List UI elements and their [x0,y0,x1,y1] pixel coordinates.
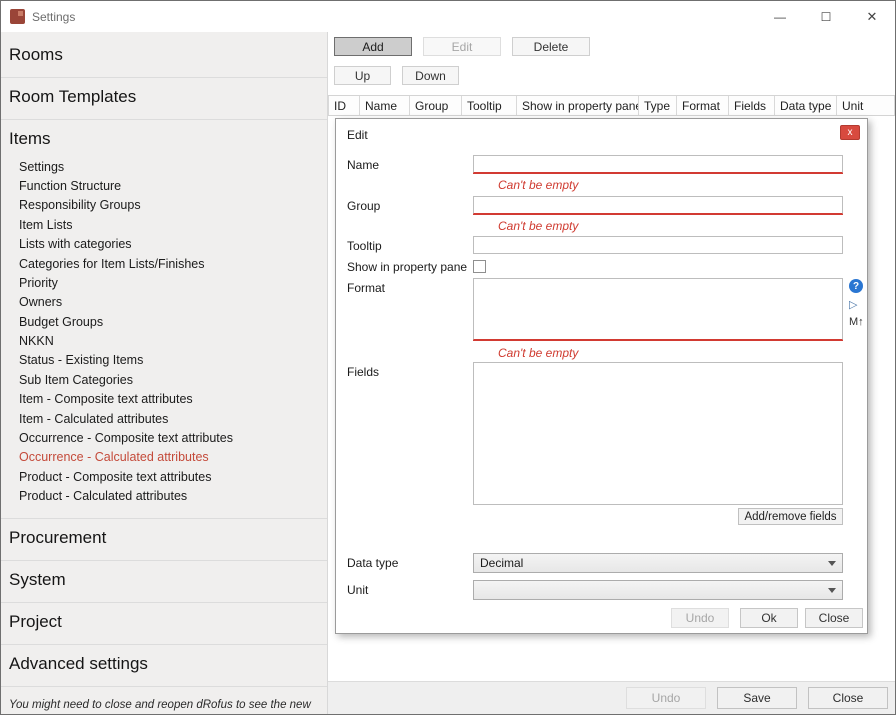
format-error: Can't be empty [498,346,578,360]
main-panel: Add Edit Delete Up Down ID Name Group To… [328,32,895,714]
column-header-show-in-property-pane[interactable]: Show in property pane [517,96,639,115]
footer: Undo Save Close [328,681,895,714]
data-type-select[interactable]: Decimal [473,553,843,573]
sidebar-item[interactable]: Function Structure [9,176,317,195]
dialog-close-button[interactable]: Close [805,608,863,628]
show-in-property-pane-checkbox[interactable] [473,260,486,273]
column-header-unit[interactable]: Unit [837,96,895,115]
show-in-property-pane-label: Show in property pane [347,260,467,274]
save-button[interactable]: Save [717,687,797,709]
unit-select[interactable] [473,580,843,600]
name-field[interactable] [473,155,843,173]
dialog-ok-button[interactable]: Ok [740,608,798,628]
edit-button[interactable]: Edit [423,37,501,56]
attributes-table-header: ID Name Group Tooltip Show in property p… [328,95,895,116]
sidebar-item[interactable]: Owners [9,293,317,312]
help-icon[interactable]: ? [849,279,863,293]
sidebar-item[interactable]: NKKN [9,331,317,350]
chevron-down-icon [828,561,836,566]
name-error: Can't be empty [498,178,578,192]
sidebar-item[interactable]: Status - Existing Items [9,351,317,370]
sidebar-section-procurement[interactable]: Procurement [9,528,317,548]
close-window-button[interactable]: ✕ [849,1,895,32]
app-icon [10,9,25,24]
play-icon[interactable]: ▷ [849,298,857,311]
items-sub-list: Settings Function Structure Responsibili… [9,157,317,506]
sidebar-item[interactable]: Product - Composite text attributes [9,467,317,486]
column-header-group[interactable]: Group [410,96,462,115]
column-header-id[interactable]: ID [328,96,360,115]
sidebar-item[interactable]: Budget Groups [9,312,317,331]
toolbar: Add Edit Delete Up Down [328,32,895,85]
tooltip-label: Tooltip [347,239,382,253]
sidebar-note: You might need to close and reopen dRofu… [1,687,327,714]
column-header-format[interactable]: Format [677,96,729,115]
sidebar-section-room-templates[interactable]: Room Templates [9,87,317,107]
format-label: Format [347,281,385,295]
group-field[interactable] [473,196,843,214]
sidebar-item[interactable]: Settings [9,157,317,176]
window-controls: — ☐ ✕ [757,1,895,32]
sidebar-item[interactable]: Responsibility Groups [9,196,317,215]
data-type-value: Decimal [480,556,523,570]
format-field[interactable] [473,278,843,340]
maximize-button[interactable]: ☐ [803,1,849,32]
fields-label: Fields [347,365,379,379]
sidebar-section-items[interactable]: Items [9,129,317,149]
sidebar-item[interactable]: Categories for Item Lists/Finishes [9,254,317,273]
add-button[interactable]: Add [334,37,412,56]
sidebar-section-rooms[interactable]: Rooms [9,45,317,65]
sidebar-item[interactable]: Lists with categories [9,235,317,254]
sidebar-section-advanced-settings[interactable]: Advanced settings [9,654,317,674]
down-button[interactable]: Down [402,66,459,85]
column-header-fields[interactable]: Fields [729,96,775,115]
add-remove-fields-button[interactable]: Add/remove fields [738,508,843,525]
sidebar-item[interactable]: Sub Item Categories [9,370,317,389]
m-up-icon[interactable]: M↑ [849,316,864,328]
unit-label: Unit [347,583,368,597]
delete-button[interactable]: Delete [512,37,590,56]
sidebar-item[interactable]: Product - Calculated attributes [9,486,317,505]
edit-dialog-title: Edit [347,128,368,142]
dialog-undo-button[interactable]: Undo [671,608,729,628]
sidebar-item[interactable]: Item - Composite text attributes [9,390,317,409]
up-button[interactable]: Up [334,66,391,85]
sidebar: Rooms Room Templates Items Settings Func… [1,32,328,714]
settings-window: Settings — ☐ ✕ Rooms Room Templates Item… [0,0,896,715]
sidebar-item[interactable]: Occurrence - Composite text attributes [9,428,317,447]
tooltip-field[interactable] [473,236,843,254]
undo-button[interactable]: Undo [626,687,706,709]
dialog-close-icon[interactable]: x [840,125,860,140]
column-header-type[interactable]: Type [639,96,677,115]
window-title: Settings [32,10,75,24]
data-type-label: Data type [347,556,398,570]
group-error: Can't be empty [498,219,578,233]
titlebar: Settings — ☐ ✕ [1,1,895,32]
sidebar-item[interactable]: Priority [9,273,317,292]
edit-dialog: Edit x Name Can't be empty Group Can't b… [335,118,868,634]
chevron-down-icon [828,588,836,593]
column-header-data-type[interactable]: Data type [775,96,837,115]
close-button[interactable]: Close [808,687,888,709]
sidebar-section-system[interactable]: System [9,570,317,590]
fields-field[interactable] [473,362,843,505]
minimize-button[interactable]: — [757,1,803,32]
sidebar-section-project[interactable]: Project [9,612,317,632]
column-header-name[interactable]: Name [360,96,410,115]
sidebar-item-selected[interactable]: Occurrence - Calculated attributes [9,448,317,467]
column-header-tooltip[interactable]: Tooltip [462,96,517,115]
sidebar-item[interactable]: Item - Calculated attributes [9,409,317,428]
name-label: Name [347,158,379,172]
group-label: Group [347,199,380,213]
sidebar-item[interactable]: Item Lists [9,215,317,234]
